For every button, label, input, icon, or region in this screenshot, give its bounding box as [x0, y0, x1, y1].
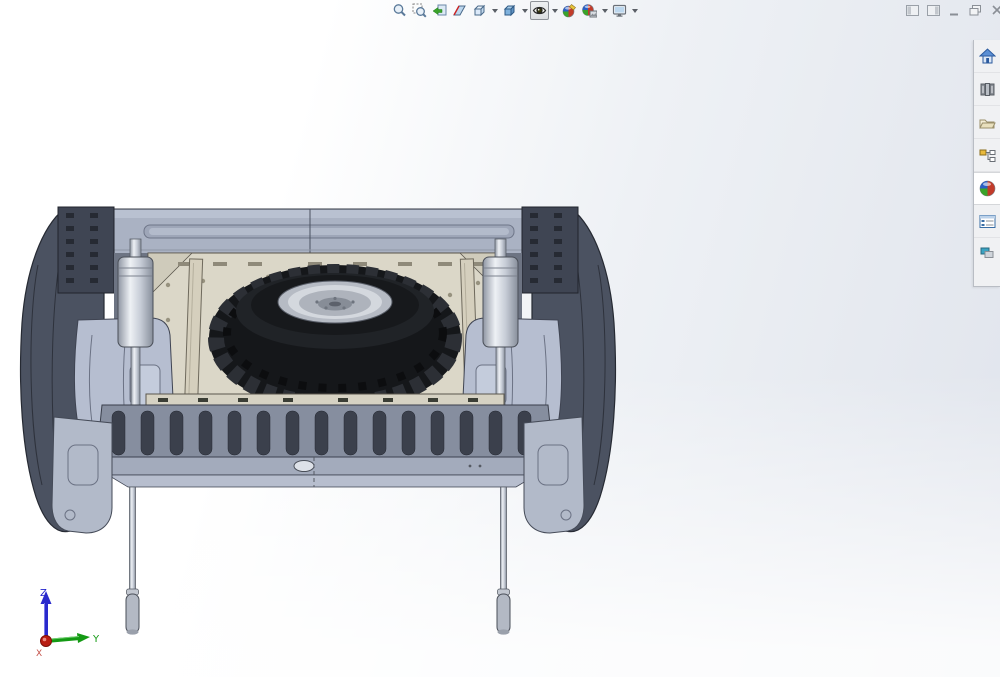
view-orientation-icon [472, 3, 487, 18]
task-pane [973, 40, 1000, 287]
toggle-right-pane-button[interactable] [926, 3, 941, 17]
display-style-dropdown[interactable] [520, 1, 529, 20]
eye-icon [532, 3, 547, 18]
apply-scene-dropdown[interactable] [600, 1, 609, 20]
windows-icon [980, 246, 995, 259]
view-settings-icon [612, 3, 627, 18]
triad-y-label: Y [92, 634, 100, 645]
home-icon [979, 48, 996, 64]
minimize-button[interactable] [947, 3, 962, 17]
display-style-button[interactable] [500, 1, 519, 20]
folder-icon [979, 115, 996, 130]
triad-y-axis[interactable] [46, 633, 90, 643]
books-icon [979, 81, 996, 97]
hide-show-items-dropdown[interactable] [550, 1, 559, 20]
model-leg-right[interactable] [497, 487, 510, 635]
toggle-right-pane-icon [927, 5, 940, 16]
model-rail-left[interactable] [58, 207, 114, 293]
close-button[interactable] [989, 3, 1000, 17]
tab-appearances-scenes[interactable] [974, 172, 1000, 205]
restore-button[interactable] [968, 3, 983, 17]
triad-z-label: Z [40, 588, 47, 599]
edit-appearance-button[interactable] [560, 1, 579, 20]
zoom-to-area-button[interactable] [410, 1, 429, 20]
model-bed-floor[interactable] [96, 405, 554, 463]
zoom-to-fit-button[interactable] [390, 1, 409, 20]
previous-view-icon [432, 3, 447, 18]
zoom-to-area-icon [412, 3, 427, 18]
model-corner-left[interactable] [52, 417, 112, 533]
tab-file-explorer[interactable] [974, 106, 1000, 139]
display-style-icon [502, 3, 517, 18]
view-orientation-dropdown[interactable] [490, 1, 499, 20]
triad-x-label: X [36, 649, 42, 659]
heads-up-toolbar [390, 1, 639, 20]
model-corner-right[interactable] [524, 417, 584, 533]
zoom-to-fit-icon [392, 3, 407, 18]
minimize-icon [949, 5, 960, 16]
tab-view-palette[interactable] [974, 139, 1000, 172]
view-settings-dropdown[interactable] [630, 1, 639, 20]
model-wheel-rim[interactable] [278, 281, 392, 323]
tab-custom-properties[interactable] [974, 205, 1000, 238]
section-view-button[interactable] [450, 1, 469, 20]
previous-view-button[interactable] [430, 1, 449, 20]
edit-appearance-icon [562, 3, 577, 18]
section-view-icon [452, 3, 467, 18]
triad-x-axis[interactable] [41, 636, 52, 647]
view-settings-button[interactable] [610, 1, 629, 20]
model-cross-sill[interactable] [90, 457, 554, 487]
close-icon [991, 4, 1000, 16]
view-orientation-button[interactable] [470, 1, 489, 20]
tab-solidworks-add-ins[interactable] [974, 240, 1000, 264]
appearances-sphere-icon [979, 180, 996, 197]
hide-show-items-button[interactable] [530, 1, 549, 20]
window-controls [905, 3, 1000, 17]
toggle-left-pane-icon [906, 5, 919, 16]
graphics-viewport[interactable]: Z Y X [0, 0, 1000, 677]
model-rail-right[interactable] [522, 207, 578, 293]
apply-scene-icon [582, 3, 597, 18]
model-leg-left[interactable] [126, 487, 139, 635]
restore-icon [969, 4, 982, 16]
reference-triad: Z Y X [24, 585, 102, 663]
view-palette-icon [979, 148, 996, 163]
toggle-left-pane-button[interactable] [905, 3, 920, 17]
model-spare-tire[interactable] [209, 265, 461, 411]
tab-solidworks-resources[interactable] [974, 40, 1000, 73]
tab-design-library[interactable] [974, 73, 1000, 106]
apply-scene-button[interactable] [580, 1, 599, 20]
custom-properties-icon [979, 214, 996, 229]
